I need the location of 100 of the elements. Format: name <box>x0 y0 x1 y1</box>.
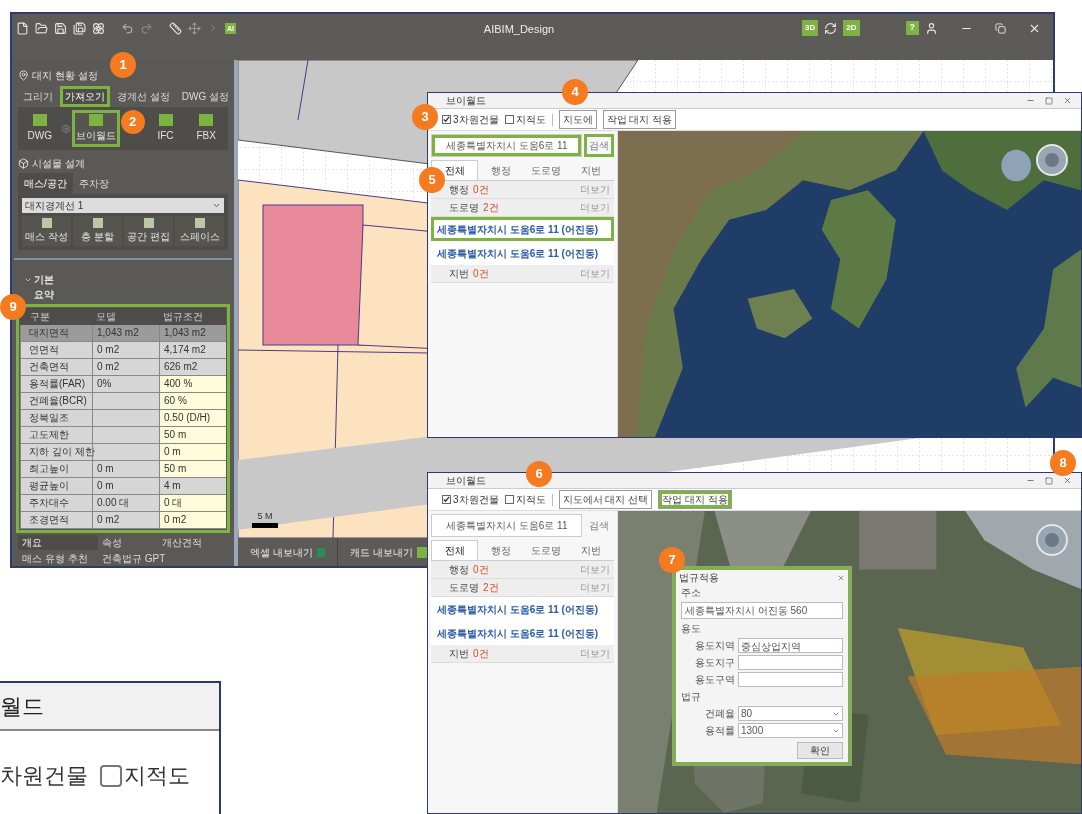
action-button[interactable]: 작업 대지 적용 <box>658 490 732 509</box>
action-button[interactable]: 작업 대지 적용 <box>602 110 677 129</box>
close-icon[interactable] <box>1063 96 1072 105</box>
table-row[interactable]: 용적률(FAR) 0% 400 % <box>20 376 226 393</box>
tab[interactable]: 지번 <box>568 540 614 560</box>
flower-icon[interactable] <box>92 21 105 35</box>
scale-label: 5 M <box>257 509 273 523</box>
redo-icon[interactable] <box>140 21 153 35</box>
tab[interactable]: DWG 설정 <box>176 86 234 107</box>
move-icon[interactable] <box>188 21 201 35</box>
import-button[interactable]: FBX <box>186 110 226 147</box>
address-field[interactable]: 세종특별자치시 어진동 560 <box>681 602 843 619</box>
result-item[interactable]: 세종특별자치시 도움6로 11 (어진동) <box>431 217 614 241</box>
tab[interactable]: 도로명 <box>523 160 569 180</box>
table-cell: 0 대 <box>159 495 226 511</box>
action-button[interactable]: 지도에 <box>558 110 597 129</box>
boundary-dropdown[interactable]: 대지경계선 1 <box>22 198 224 213</box>
checkbox[interactable]: 지적도 <box>100 759 190 792</box>
tab[interactable]: 지번 <box>568 160 614 180</box>
tool-button[interactable]: 층 분할 <box>73 216 122 246</box>
table-row[interactable]: 조경면적 0 m2 0 m2 <box>20 512 226 529</box>
tab[interactable]: 도로명 <box>523 540 569 560</box>
tool-button[interactable]: 매스 작성 <box>22 216 71 246</box>
search-button[interactable]: 검색 <box>584 514 614 537</box>
select-field[interactable]: 1300 <box>738 723 843 738</box>
undo-icon[interactable] <box>121 21 134 35</box>
file-icon <box>32 114 47 126</box>
export-button[interactable]: 엑셀 내보내기 <box>238 538 338 566</box>
checkbox[interactable]: 3차원건물 <box>442 112 499 127</box>
compass-icon[interactable] <box>1035 523 1069 557</box>
user-icon[interactable] <box>925 21 938 35</box>
window-title: AIBIM_Design <box>483 23 555 35</box>
table-row[interactable]: 연면적 0 m2 4,174 m2 <box>20 342 226 359</box>
file-icon <box>88 114 103 126</box>
ruler-icon[interactable] <box>169 21 182 35</box>
tool-button[interactable]: 스페이스 <box>175 216 224 246</box>
column-header: 법규조건 <box>162 310 204 324</box>
save-all-icon[interactable] <box>73 21 86 35</box>
table-row[interactable]: 건축면적 0 m2 626 m2 <box>20 359 226 376</box>
result-item[interactable]: 세종특별자치시 도움6로 11 (어진동) <box>431 597 614 621</box>
maximize-icon[interactable] <box>1045 96 1053 105</box>
checkbox[interactable]: 3차원건물 <box>442 492 499 507</box>
restore-icon[interactable] <box>995 22 1006 34</box>
result-item[interactable]: 세종특별자치시 도움6로 11 (어진동) <box>431 621 614 645</box>
table-row[interactable]: 정북일조 0.50 (D/H) <box>20 410 226 427</box>
tab[interactable]: 그리기 <box>18 86 58 107</box>
tab[interactable]: 속성 <box>98 535 158 550</box>
action-button[interactable]: 지도에서 대지 선택 <box>558 490 653 509</box>
import-button[interactable]: DWG <box>20 110 60 147</box>
table-cell: 0 m2 <box>92 342 159 358</box>
search-button[interactable]: 검색 <box>584 134 614 157</box>
checkbox[interactable]: 지적도 <box>504 492 546 507</box>
table-cell: 평균높이 <box>20 478 92 494</box>
input-field[interactable]: 중심상업지역 <box>738 638 843 653</box>
table-row[interactable]: 지하 깊이 제한 0 m <box>20 444 226 461</box>
tab[interactable]: 행정 <box>478 160 524 180</box>
table-row[interactable]: 최고높이 0 m 50 m <box>20 461 226 478</box>
tab[interactable]: 주차장 <box>72 173 115 194</box>
cube-icon <box>18 157 29 169</box>
checkbox[interactable]: 지적도 <box>504 112 546 127</box>
gear-icon[interactable] <box>60 123 71 134</box>
close-icon[interactable] <box>1063 476 1072 485</box>
table-cell: 626 m2 <box>159 359 226 375</box>
search-field[interactable]: 세종특별자치시 도움6로 11 <box>431 514 582 537</box>
tab[interactable]: 가져오기 <box>60 86 110 107</box>
group-label[interactable]: 기본 <box>24 272 222 287</box>
callout-badge: 9 <box>0 294 26 320</box>
import-button[interactable]: IFC <box>145 110 186 147</box>
new-file-icon[interactable] <box>16 21 29 35</box>
import-button[interactable]: 브이월드 <box>71 110 120 147</box>
tab[interactable]: 개요 <box>18 535 98 550</box>
tab[interactable]: 개산견적 <box>158 535 228 550</box>
input-field[interactable] <box>738 655 843 670</box>
maximize-icon[interactable] <box>1045 476 1053 485</box>
close-icon[interactable] <box>837 573 845 582</box>
ok-button[interactable]: 확인 <box>797 742 843 759</box>
table-row[interactable]: 건폐율(BCR) 60 % <box>20 393 226 410</box>
save-icon[interactable] <box>54 21 67 35</box>
tab[interactable]: 경계선 설정 <box>112 86 175 107</box>
section-title: 시설물 설계 <box>32 156 86 171</box>
group-label: 도로명 <box>449 201 479 215</box>
tab[interactable]: 전체 <box>431 540 479 560</box>
tab[interactable]: 행정 <box>478 540 524 560</box>
result-item[interactable]: 세종특별자치시 도움6로 11 (어진동) <box>431 241 614 265</box>
spreadsheet-icon <box>316 547 325 557</box>
table-row[interactable]: 대지면적 1,043 m2 1,043 m2 <box>20 325 226 342</box>
select-field[interactable]: 80 <box>738 706 843 721</box>
tab[interactable]: 건축법규 GPT <box>98 551 228 566</box>
table-row[interactable]: 고도제한 50 m <box>20 427 226 444</box>
compass-icon[interactable] <box>1035 143 1069 177</box>
table-row[interactable]: 평균높이 0 m 4 m <box>20 478 226 495</box>
tool-button[interactable]: 공간 편집 <box>124 216 173 246</box>
callout-badge: 2 <box>120 110 145 134</box>
input-field[interactable] <box>738 672 843 687</box>
search-field[interactable]: 세종특별자치시 도움6로 11 <box>431 134 582 157</box>
table-row[interactable]: 주차대수 0.00 대 0 대 <box>20 495 226 512</box>
open-folder-icon[interactable] <box>35 21 48 35</box>
tab[interactable]: 매스 유형 추천 <box>18 551 98 566</box>
refresh-icon[interactable] <box>824 21 838 35</box>
tab[interactable]: 매스/공간 <box>18 173 73 194</box>
